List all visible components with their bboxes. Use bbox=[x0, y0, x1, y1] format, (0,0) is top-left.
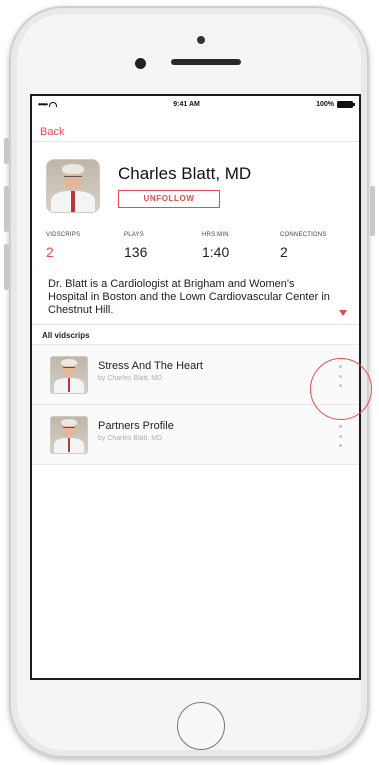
profile-name: Charles Blatt, MD bbox=[118, 164, 252, 183]
stat-hours: HRS:MIN 1:40 bbox=[202, 232, 280, 272]
stat-label: VIDSCRIPS bbox=[46, 232, 81, 238]
highlight-circle bbox=[310, 358, 372, 420]
stat-value: 2 bbox=[280, 244, 288, 260]
proximity-sensor bbox=[197, 36, 205, 44]
list-item[interactable]: Partners Profile by Charles Blatt, MD bbox=[32, 405, 359, 465]
power-button[interactable] bbox=[370, 186, 375, 236]
stat-vidscrips[interactable]: VIDSCRIPS 2 bbox=[46, 232, 124, 272]
profile-info: Charles Blatt, MD UNFOLLOW bbox=[118, 164, 251, 208]
video-byline: by Charles Blatt, MD bbox=[98, 434, 163, 442]
stat-label: PLAYS bbox=[124, 232, 144, 238]
battery-group: 100% bbox=[316, 100, 355, 108]
video-text: Stress And The Heart by Charles Blatt, M… bbox=[98, 360, 203, 382]
stat-value: 2 bbox=[46, 244, 54, 260]
avatar bbox=[46, 159, 100, 213]
status-time: 9:41 AM bbox=[173, 100, 200, 108]
status-bar: ••••• 9:41 AM 100% bbox=[32, 96, 359, 112]
section-title: All vidscrips bbox=[32, 324, 359, 344]
volume-up-button[interactable] bbox=[4, 186, 9, 232]
volume-down-button[interactable] bbox=[4, 244, 9, 290]
stat-connections[interactable]: CONNECTIONS 2 bbox=[280, 232, 358, 272]
unfollow-button[interactable]: UNFOLLOW bbox=[118, 190, 220, 208]
earpiece-speaker bbox=[171, 59, 241, 65]
video-text: Partners Profile by Charles Blatt, MD bbox=[98, 420, 174, 442]
stat-label: CONNECTIONS bbox=[280, 232, 327, 238]
video-thumbnail bbox=[50, 415, 88, 454]
video-list: Stress And The Heart by Charles Blatt, M… bbox=[32, 344, 359, 465]
home-button[interactable] bbox=[177, 702, 225, 750]
wifi-icon bbox=[49, 101, 58, 107]
battery-icon bbox=[336, 100, 355, 108]
stats-row: VIDSCRIPS 2 PLAYS 136 HRS:MIN 1:40 CONNE… bbox=[32, 218, 359, 272]
stat-label: HRS:MIN bbox=[202, 232, 229, 238]
video-thumbnail bbox=[50, 355, 88, 394]
battery-percent: 100% bbox=[316, 100, 334, 108]
signal-group: ••••• bbox=[38, 99, 58, 109]
mute-switch[interactable] bbox=[4, 138, 9, 164]
stat-value: 136 bbox=[124, 244, 148, 260]
video-title: Stress And The Heart bbox=[98, 359, 203, 372]
more-vertical-icon[interactable] bbox=[337, 425, 343, 447]
nav-bar: Back bbox=[32, 112, 359, 142]
bio-text: Dr. Blatt is a Cardiologist at Brigham a… bbox=[48, 278, 330, 316]
stat-plays: PLAYS 136 bbox=[124, 232, 202, 272]
front-camera bbox=[135, 58, 146, 69]
profile-bio: Dr. Blatt is a Cardiologist at Brigham a… bbox=[32, 272, 359, 324]
expand-arrow-icon[interactable] bbox=[339, 310, 347, 316]
carrier-signal: ••••• bbox=[38, 99, 48, 109]
video-byline: by Charles Blatt, MD bbox=[98, 374, 163, 382]
stat-value: 1:40 bbox=[202, 244, 230, 260]
profile-header: Charles Blatt, MD UNFOLLOW bbox=[32, 142, 359, 218]
back-button[interactable]: Back bbox=[40, 126, 64, 138]
video-title: Partners Profile bbox=[98, 419, 174, 432]
